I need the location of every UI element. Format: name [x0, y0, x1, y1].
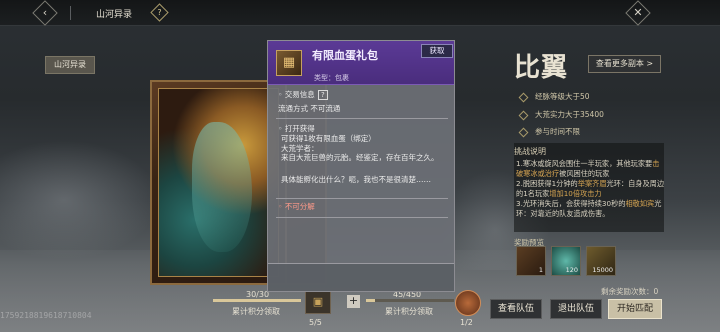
- reward-item-coin[interactable]: 15000: [586, 246, 616, 276]
- lore-text: 来自大荒巨兽的元胎。经鉴定，存在百年之久。: [281, 153, 439, 162]
- rule-line: 2.脱困获得1分钟的举案齐眉光环：自身及周边的1名玩家增加10倍攻击力: [516, 179, 665, 198]
- reward-quantity: 1: [538, 266, 543, 274]
- plus-button[interactable]: +: [347, 295, 360, 308]
- kill-progress-value: 30/30: [246, 290, 270, 299]
- diamond-icon: [518, 92, 529, 102]
- item-tooltip: ▦ 有限血蛋礼包 类型：包裹 获取 ◦ 交易信息? 流通方式 不可流通 ◦ 打开…: [267, 40, 455, 292]
- leave-team-button[interactable]: 退出队伍: [550, 299, 602, 319]
- help-button[interactable]: ?: [150, 3, 169, 22]
- requirement-item: 经脉等级大于50: [518, 91, 590, 102]
- no-split-label: ◦ 不可分解: [278, 202, 315, 211]
- rules-text: 1.寒冰或旋风会围住一半玩家，其他玩家要击破寒冰或治疗被风困住的玩家 2.脱困获…: [516, 159, 666, 219]
- kill-progress-label[interactable]: 累计积分领取: [232, 306, 280, 317]
- divider: [276, 118, 448, 119]
- trade-info-label: ◦ 交易信息?: [278, 89, 328, 100]
- score-progress-bar: [366, 299, 454, 302]
- boss-name: 比翼: [514, 53, 569, 83]
- chest-count: 5/5: [309, 318, 322, 327]
- reward-item-jade[interactable]: 120: [551, 246, 581, 276]
- reward-quantity: 15000: [592, 266, 613, 274]
- tooltip-title: 有限血蛋礼包: [312, 49, 378, 62]
- rule-line: 3.光环消失后，会获得持续30秒的相敬如宾光环：对靠近的队友造成伤害。: [516, 199, 662, 218]
- tooltip-footer: [268, 263, 454, 291]
- circulation-info: 流通方式 不可流通: [278, 104, 341, 113]
- get-button[interactable]: 获取: [421, 44, 453, 58]
- tooltip-header: ▦ 有限血蛋礼包 类型：包裹 获取: [268, 41, 454, 85]
- score-progress-label[interactable]: 累计积分领取: [385, 306, 433, 317]
- kill-progress-bar: [213, 299, 301, 302]
- divider: [70, 6, 71, 20]
- top-bar: ‹ 山河异录 ? ✕: [0, 0, 720, 26]
- requirement-item: 大荒实力大于35400: [518, 109, 604, 120]
- tooltip-type: 类型：包裹: [314, 74, 349, 82]
- remaining-rewards: 剩余奖励次数：0: [601, 287, 659, 296]
- back-icon: ‹: [42, 6, 48, 19]
- chest-slot[interactable]: ▣: [305, 290, 331, 314]
- more-dungeons-button[interactable]: 查看更多副本 >: [588, 55, 661, 73]
- diamond-icon: [518, 127, 529, 137]
- start-match-button[interactable]: 开始匹配: [608, 299, 662, 319]
- close-icon: ✕: [633, 6, 643, 19]
- chest-icon: ▣: [312, 295, 324, 308]
- diamond-icon: [518, 110, 529, 120]
- player-uid: 1759218819618710804: [0, 311, 92, 320]
- close-button[interactable]: ✕: [625, 0, 651, 26]
- kill-progress-fill: [213, 299, 301, 302]
- gift-box-icon: ▦: [276, 50, 302, 76]
- lore-text: 具体能孵化出什么？呃，我也不是很清楚……: [281, 175, 431, 184]
- background-cloud: [0, 140, 160, 260]
- requirement-item: 参与时间不限: [518, 126, 580, 137]
- reward-item-chest[interactable]: 1: [516, 246, 546, 276]
- view-team-button[interactable]: 查看队伍: [490, 299, 542, 319]
- back-button[interactable]: ‹: [32, 0, 58, 26]
- reward-orb-icon[interactable]: [455, 290, 481, 316]
- page-title: 山河异录: [96, 10, 133, 20]
- help-icon: ?: [157, 8, 162, 17]
- rules-title: 挑战说明: [514, 147, 546, 156]
- reward-orb-count: 1/2: [460, 318, 473, 327]
- divider: [276, 217, 448, 218]
- reward-quantity: 120: [565, 266, 578, 274]
- map-tag[interactable]: 山河异录: [45, 56, 95, 74]
- divider: [276, 198, 448, 199]
- help-icon[interactable]: ?: [317, 90, 328, 100]
- score-progress-fill: [366, 299, 375, 302]
- rule-line: 1.寒冰或旋风会围住一半玩家，其他玩家要击破寒冰或治疗被风困住的玩家: [516, 159, 660, 178]
